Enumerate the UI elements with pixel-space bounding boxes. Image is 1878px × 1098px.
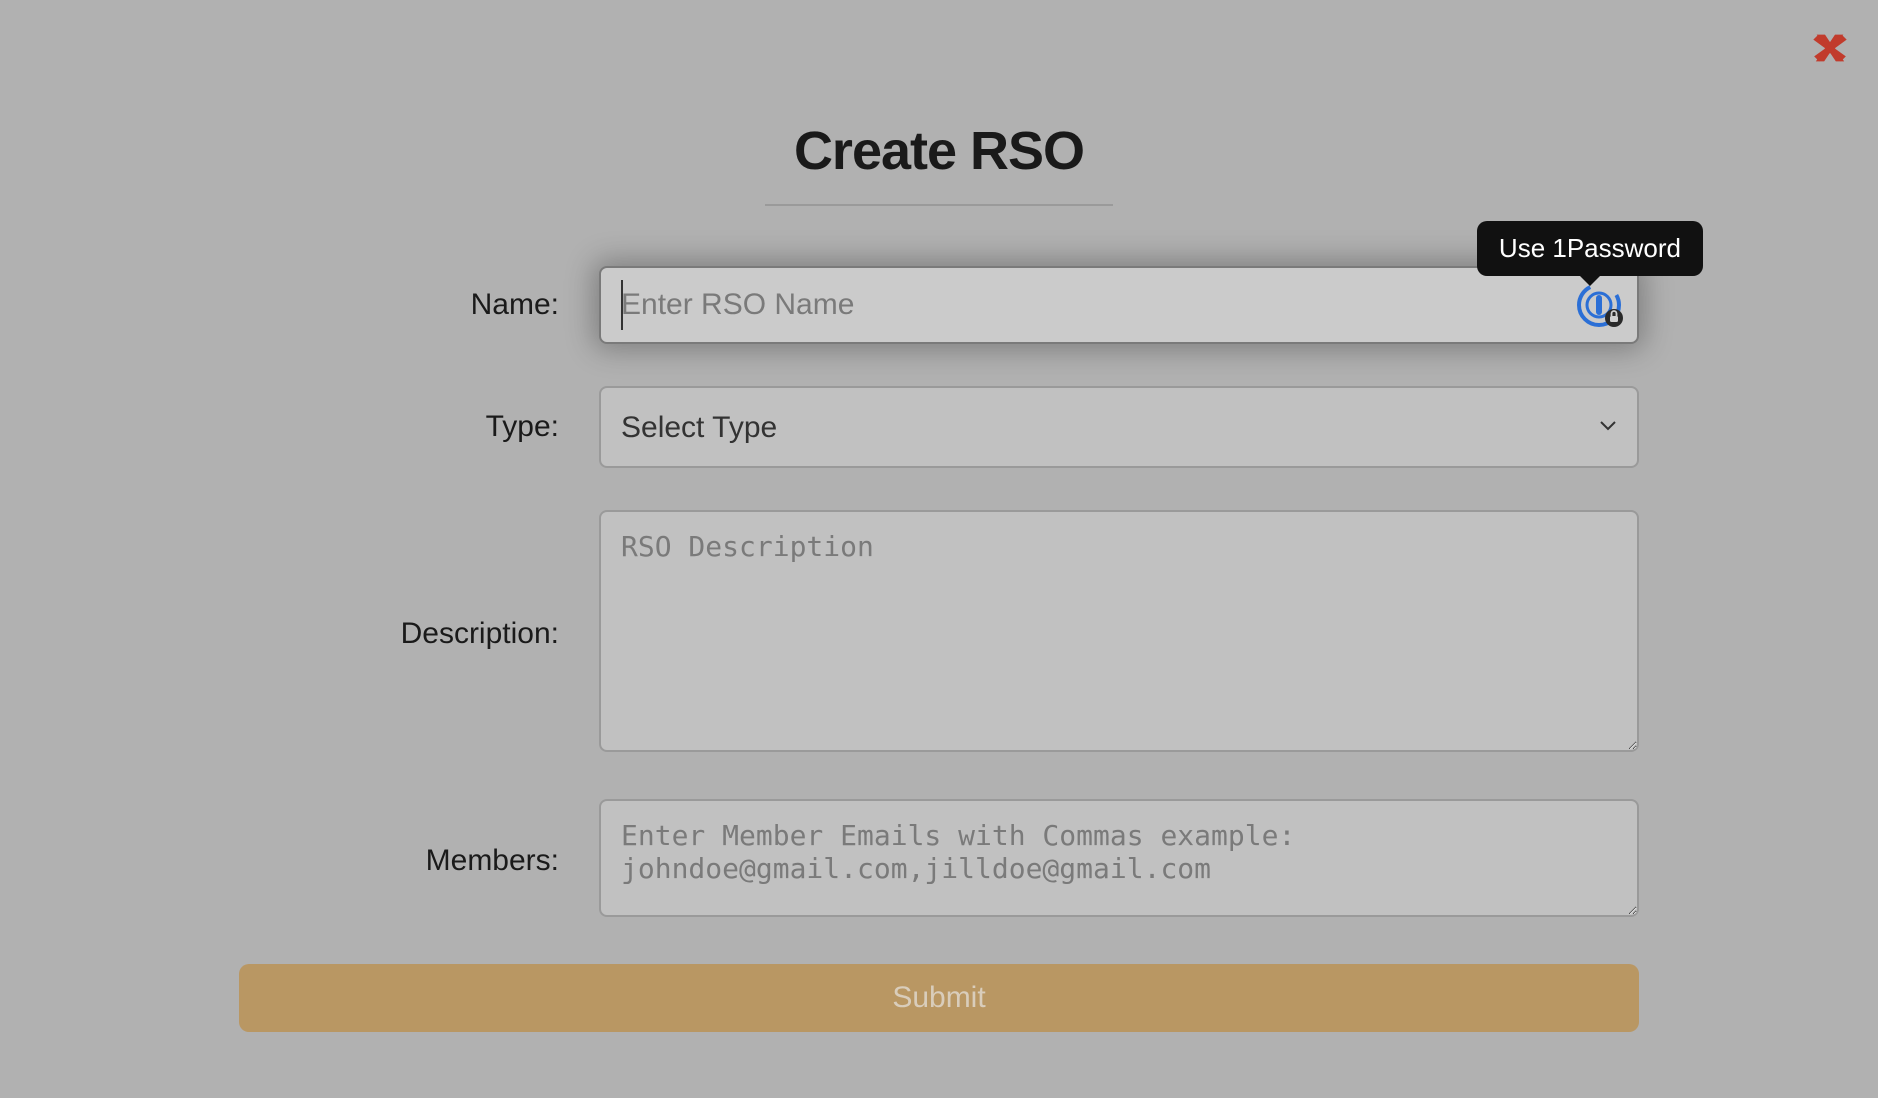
onepassword-tooltip: Use 1Password <box>1477 221 1703 276</box>
create-rso-form: Create RSO Name: Use 1 <box>239 0 1639 1032</box>
type-label: Type: <box>239 410 599 444</box>
form-row-description: Description: <box>239 510 1639 757</box>
name-label: Name: <box>239 288 599 322</box>
text-cursor <box>621 280 623 330</box>
members-textarea[interactable] <box>599 799 1639 917</box>
form-row-members: Members: <box>239 799 1639 922</box>
type-select[interactable]: Select Type <box>599 386 1639 468</box>
form-row-name: Name: Use 1Password <box>239 266 1639 344</box>
close-button[interactable] <box>1810 28 1850 68</box>
name-input[interactable] <box>599 266 1639 344</box>
close-icon <box>1810 55 1850 72</box>
modal-title: Create RSO <box>239 120 1639 182</box>
form-row-type: Type: Select Type <box>239 386 1639 468</box>
description-label: Description: <box>239 617 599 651</box>
description-textarea[interactable] <box>599 510 1639 752</box>
submit-button[interactable]: Submit <box>239 964 1639 1032</box>
onepassword-icon[interactable]: Use 1Password <box>1577 281 1625 329</box>
title-underline <box>765 204 1113 206</box>
members-label: Members: <box>239 844 599 878</box>
